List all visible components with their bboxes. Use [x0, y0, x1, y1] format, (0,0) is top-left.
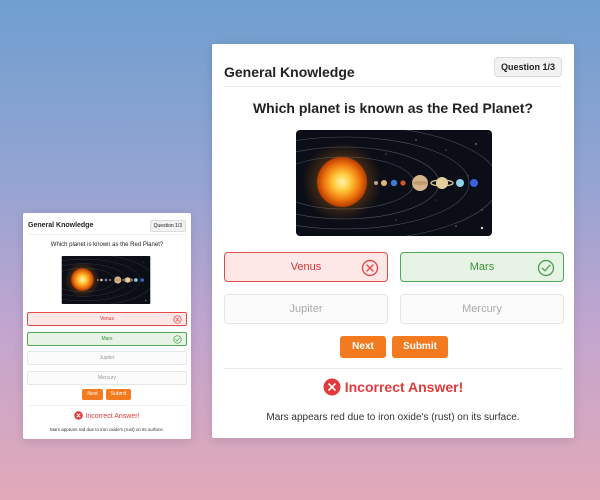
quiz-card-large: General Knowledge Question 1/3 Which pla…	[212, 44, 574, 438]
option-label: Mercury	[97, 375, 117, 381]
quiz-category-title: General Knowledge	[28, 222, 94, 229]
option-venus[interactable]: Venus	[224, 252, 388, 282]
option-mars[interactable]: Mars	[27, 332, 187, 346]
next-button[interactable]: Next	[340, 336, 386, 358]
option-jupiter[interactable]: Jupiter	[224, 294, 388, 324]
quiz-category-title: General Knowledge	[224, 64, 355, 80]
header-divider	[224, 86, 562, 87]
check-circle-icon	[173, 335, 182, 344]
x-circle-icon	[74, 411, 84, 420]
option-label: Venus	[100, 316, 114, 322]
option-label: Mars	[101, 336, 113, 342]
result-text: Incorrect Answer!	[344, 379, 464, 395]
option-mercury[interactable]: Mercury	[27, 371, 187, 385]
header-divider	[28, 234, 186, 235]
submit-button[interactable]: Submit	[106, 389, 131, 400]
option-mars[interactable]: Mars	[400, 252, 564, 282]
option-venus[interactable]: Venus	[27, 312, 187, 326]
solar-system-image	[61, 256, 151, 304]
option-jupiter[interactable]: Jupiter	[27, 351, 187, 365]
option-label: Venus	[290, 261, 322, 273]
option-label: Mars	[469, 261, 495, 273]
result-text: Incorrect Answer!	[85, 413, 140, 420]
option-label: Jupiter	[289, 303, 323, 315]
question-counter-badge: Question 1/3	[149, 220, 186, 232]
x-circle-icon	[361, 259, 379, 277]
question-text: Which planet is known as the Red Planet?	[50, 242, 164, 248]
result-message: Incorrect Answer!	[212, 378, 574, 396]
x-circle-icon	[323, 378, 341, 396]
result-divider	[28, 405, 186, 406]
quiz-card-small: General Knowledge Question 1/3 Which pla…	[23, 213, 191, 439]
solar-system-image	[296, 130, 492, 236]
answer-explanation: Mars appears red due to iron oxide's (ru…	[266, 412, 520, 423]
option-mercury[interactable]: Mercury	[400, 294, 564, 324]
question-counter-badge: Question 1/3	[493, 57, 562, 77]
result-message: Incorrect Answer!	[23, 411, 191, 420]
quiz-header: General Knowledge Question 1/3	[224, 56, 562, 90]
question-text: Which planet is known as the Red Planet?	[252, 100, 534, 116]
x-circle-icon	[173, 315, 182, 324]
answer-explanation: Mars appears red due to iron oxide's (ru…	[50, 427, 164, 432]
check-circle-icon	[537, 259, 555, 277]
result-divider	[224, 368, 562, 369]
submit-button[interactable]: Submit	[392, 336, 448, 358]
option-label: Jupiter	[99, 355, 115, 361]
option-label: Mercury	[462, 303, 502, 315]
next-button[interactable]: Next	[82, 389, 103, 400]
